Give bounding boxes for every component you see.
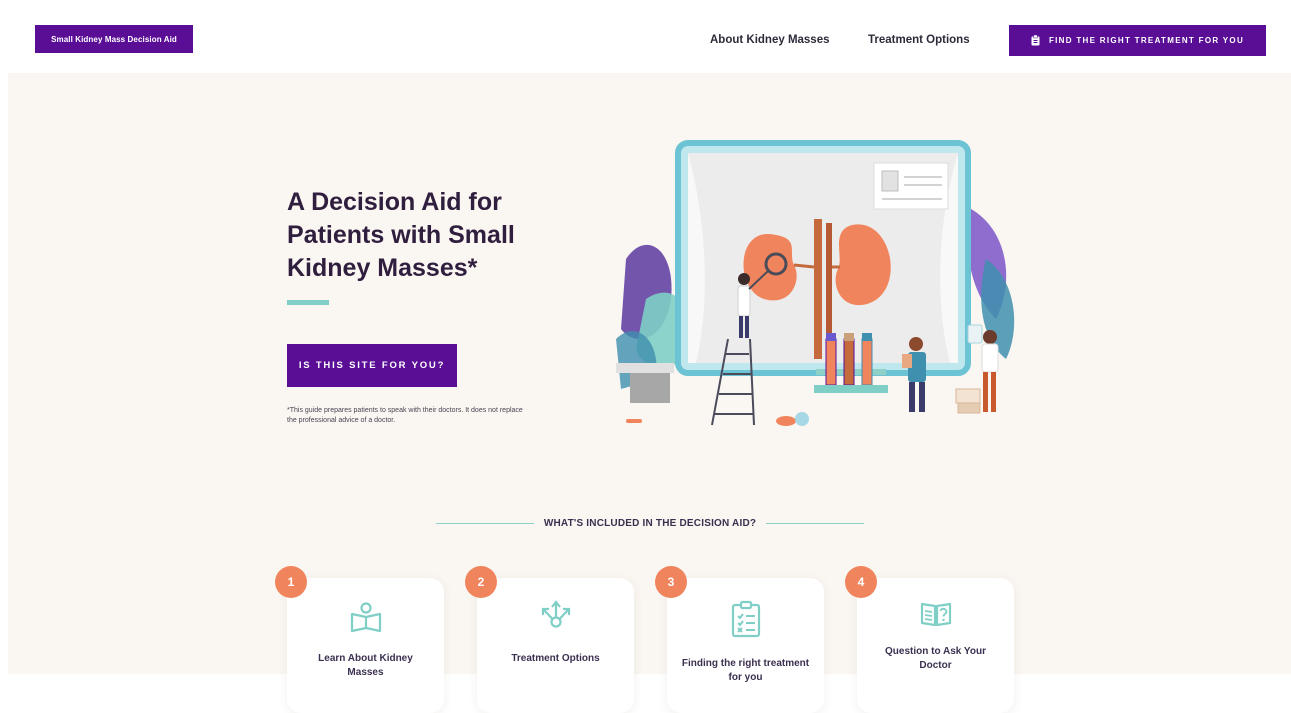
card-label: Learn About Kidney Masses xyxy=(318,653,413,678)
site-header: Small Kidney Mass Decision Aid About Kid… xyxy=(8,8,1291,72)
section-title: WHAT'S INCLUDED IN THE DECISION AID? xyxy=(543,517,757,529)
hero-disclaimer: *This guide prepares patients to speak w… xyxy=(287,407,523,424)
card-learn-about-kidney-masses[interactable]: Learn About Kidney Masses xyxy=(287,578,444,713)
card-treatment-options[interactable]: Treatment Options xyxy=(477,578,634,713)
hero-section: A Decision Aid for Patients with Small K… xyxy=(8,73,1291,674)
branching-arrows-icon xyxy=(541,600,570,628)
find-treatment-label: FIND THE RIGHT TREATMENT FOR YOU xyxy=(1048,36,1245,45)
question-book-icon xyxy=(920,602,951,627)
book-person-icon xyxy=(350,602,381,633)
kidney-illustration xyxy=(616,140,1015,426)
clipboard-icon xyxy=(1031,35,1040,46)
is-this-site-for-you-button[interactable]: IS THIS SITE FOR YOU? xyxy=(287,344,457,387)
hero-divider xyxy=(287,300,329,305)
card-number-badge: 4 xyxy=(845,566,877,598)
card-label: Treatment Options xyxy=(511,653,600,664)
section-heading: WHAT'S INCLUDED IN THE DECISION AID? xyxy=(436,514,865,532)
card-number-badge: 1 xyxy=(275,566,307,598)
section-divider-left xyxy=(436,522,534,524)
site-logo-button[interactable]: Small Kidney Mass Decision Aid xyxy=(35,25,193,53)
card-number-badge: 2 xyxy=(465,566,497,598)
section-divider-right xyxy=(766,522,865,524)
card-label: Finding the right treatment for you xyxy=(681,658,810,683)
nav-link-about-kidney-masses[interactable]: About Kidney Masses xyxy=(710,34,830,46)
card-questions-for-doctor[interactable]: Question to Ask Your Doctor xyxy=(857,578,1014,713)
checklist-icon xyxy=(731,600,760,638)
hero-title: A Decision Aid for Patients with Small K… xyxy=(287,188,515,282)
nav-link-treatment-options[interactable]: Treatment Options xyxy=(868,34,970,46)
card-finding-right-treatment[interactable]: Finding the right treatment for you xyxy=(667,578,824,713)
card-label: Question to Ask Your Doctor xyxy=(885,646,986,671)
find-treatment-button[interactable]: FIND THE RIGHT TREATMENT FOR YOU xyxy=(1009,25,1266,56)
card-number-badge: 3 xyxy=(655,566,687,598)
